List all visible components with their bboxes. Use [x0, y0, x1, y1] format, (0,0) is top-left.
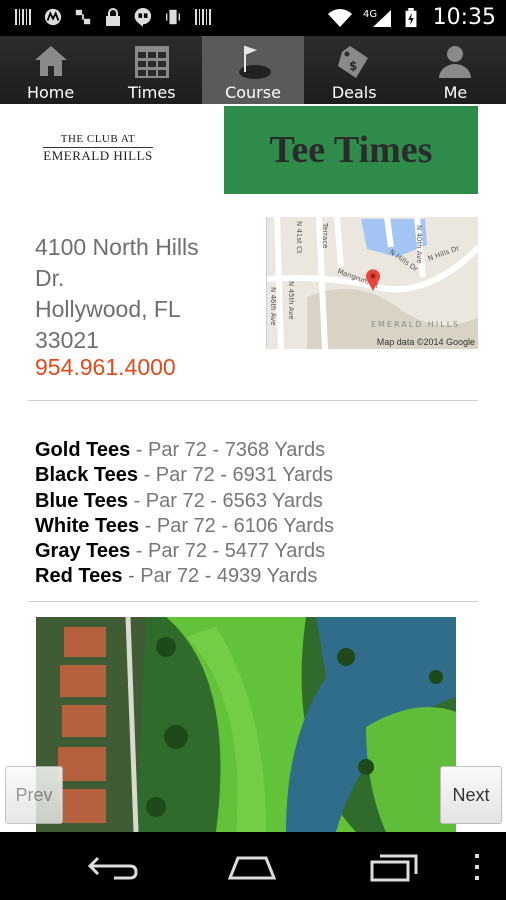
calendar-grid-icon	[134, 46, 169, 78]
tee-detail: - Par 72 - 7368 Yards	[130, 439, 326, 461]
address-line-3: Hollywood, FL	[35, 296, 181, 322]
tab-label-me: Me	[443, 83, 468, 102]
tee-row: Blue Tees - Par 72 - 6563 Yards	[35, 489, 334, 514]
overflow-menu-icon[interactable]	[470, 852, 484, 882]
address-line-4: 33021	[35, 327, 99, 353]
network-share-icon	[75, 9, 91, 25]
tab-deals[interactable]: $ Deals	[304, 36, 405, 104]
motorola-icon	[44, 8, 62, 26]
tab-label-deals: Deals	[331, 83, 377, 102]
back-icon[interactable]	[84, 852, 140, 882]
tee-row: Red Tees - Par 72 - 4939 Yards	[35, 564, 334, 589]
tee-times-banner-text: Tee Times	[269, 129, 433, 171]
course-address: 4100 North Hills Dr. Hollywood, FL 33021	[35, 232, 265, 356]
person-icon	[439, 46, 472, 78]
map-pin-icon	[366, 269, 380, 291]
tee-row: Gold Tees - Par 72 - 7368 Yards	[35, 438, 334, 463]
tee-name: Gold Tees	[35, 439, 131, 461]
svg-text:$: $	[349, 59, 357, 73]
tee-row: Gray Tees - Par 72 - 5477 Yards	[35, 539, 334, 564]
address-line-2: Dr.	[35, 265, 65, 291]
hangouts-icon	[134, 7, 152, 27]
map-street-7: Terrace	[321, 222, 329, 248]
tee-detail: - Par 72 - 6563 Yards	[128, 489, 323, 512]
tee-name: Gray Tees	[35, 540, 131, 563]
tab-label-course: Course	[225, 83, 281, 102]
lock-icon	[106, 8, 120, 26]
tee-times-banner[interactable]: Tee Times	[224, 106, 478, 194]
map-street-2: N 45th Ave	[287, 281, 295, 320]
tee-detail: - Par 72 - 6931 Yards	[138, 464, 333, 487]
vibrate-icon	[166, 9, 180, 25]
map-credit: Map data ©2014 Google	[376, 337, 475, 347]
map-street-1: N 46th Ave	[269, 287, 277, 326]
home-icon	[34, 46, 67, 76]
golf-flag-icon	[239, 46, 271, 79]
system-nav-bar	[0, 832, 506, 900]
battery-charging-icon	[405, 7, 417, 27]
prev-button[interactable]: Prev	[5, 766, 63, 824]
tab-label-times: Times	[128, 83, 176, 102]
phone-link[interactable]: 954.961.4000	[35, 354, 176, 381]
home-nav-icon[interactable]	[224, 852, 280, 882]
tee-name: White Tees	[35, 514, 140, 537]
tee-detail: - Par 72 - 6106 Yards	[139, 514, 335, 537]
barcode-icon	[15, 9, 31, 25]
recent-apps-icon[interactable]	[366, 852, 422, 882]
tab-course[interactable]: Course	[202, 36, 304, 104]
tee-detail: - Par 72 - 4939 Yards	[122, 565, 318, 588]
barcode-icon-2	[195, 9, 211, 25]
wifi-icon	[327, 8, 352, 27]
next-button[interactable]: Next	[440, 766, 502, 824]
tab-times[interactable]: Times	[101, 36, 202, 104]
status-clock: 10:35	[432, 5, 496, 30]
map-area-label: EMERALD HILLS	[371, 320, 460, 329]
tee-row: White Tees - Par 72 - 6106 Yards	[35, 514, 334, 539]
divider-bottom	[28, 601, 478, 602]
price-tag-icon: $	[338, 46, 369, 78]
logo-line-1: THE CLUB AT	[60, 133, 136, 145]
divider-top	[28, 400, 478, 401]
tab-bar: Home Times Course $ Deals Me	[0, 36, 506, 104]
tee-list: Gold Tees - Par 72 - 7368 Yards Black Te…	[35, 438, 334, 590]
tee-name: Red Tees	[35, 565, 123, 588]
tab-label-home: Home	[26, 83, 75, 102]
address-line-1: 4100 North Hills	[35, 234, 199, 260]
tee-detail: - Par 72 - 5477 Yards	[130, 540, 326, 563]
club-logo: THE CLUB AT EMERALD HILLS	[28, 132, 168, 163]
tee-name: Blue Tees	[35, 489, 128, 512]
logo-line-2: EMERALD HILLS	[43, 147, 153, 163]
course-content: THE CLUB AT EMERALD HILLS Tee Times 4100…	[0, 104, 506, 832]
course-aerial-photo	[36, 617, 456, 832]
course-photo-image	[36, 617, 456, 832]
location-map[interactable]: N 46th Ave N 45th Ave Mangrum Ct N Hills…	[266, 217, 478, 349]
signal-4g-icon: 4G	[363, 9, 391, 27]
tee-row: Black Tees - Par 72 - 6931 Yards	[35, 463, 334, 488]
map-street-8: N 41st Ct	[295, 221, 303, 254]
map-street-5: N 40th Ave	[415, 225, 423, 264]
network-type-label: 4G	[363, 9, 377, 20]
tee-name: Black Tees	[35, 464, 139, 487]
tab-home[interactable]: Home	[0, 36, 101, 104]
tab-me[interactable]: Me	[405, 36, 506, 104]
status-bar: 4G 10:35	[0, 0, 506, 36]
